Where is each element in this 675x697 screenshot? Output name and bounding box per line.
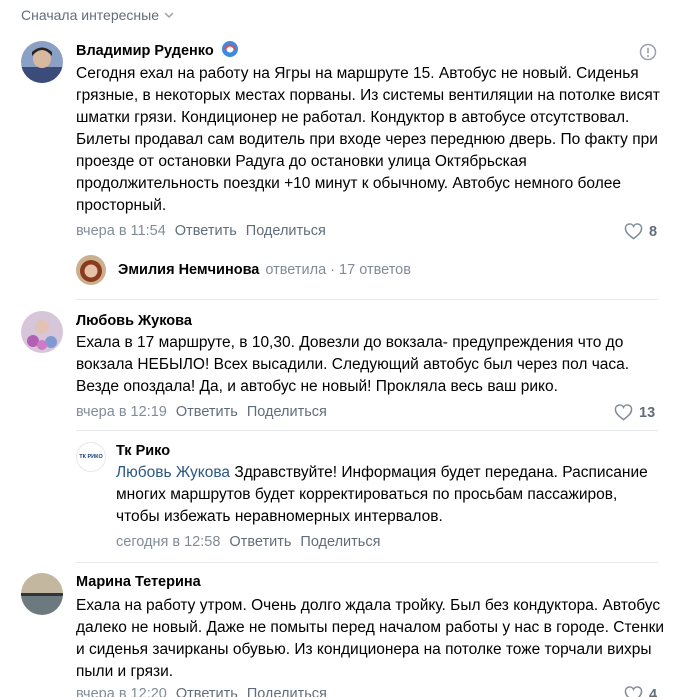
reply-text: Любовь Жукова Здравствуйте! Информация б… <box>116 462 661 528</box>
comment-text: Ехала в 17 маршруте, в 10,30. Довезли до… <box>76 334 630 395</box>
share-button[interactable]: Поделиться <box>300 534 380 550</box>
like-count: 8 <box>649 223 658 240</box>
share-button[interactable]: Поделиться <box>246 223 326 239</box>
sort-dropdown[interactable]: Сначала интересные <box>21 7 175 23</box>
comment-author[interactable]: Марина Тетерина <box>76 574 201 590</box>
report-icon[interactable] <box>639 43 657 61</box>
share-button[interactable]: Поделиться <box>247 404 327 420</box>
like-count: 4 <box>649 686 658 697</box>
share-button[interactable]: Поделиться <box>247 686 327 697</box>
heart-icon <box>624 223 643 240</box>
reply-author[interactable]: Тк Рико <box>116 443 170 459</box>
company-logo-text: ТК РИКО <box>79 454 103 460</box>
divider <box>76 430 658 431</box>
comment-author[interactable]: Любовь Жукова <box>76 313 192 329</box>
chevron-down-icon <box>164 12 174 19</box>
mention-link[interactable]: Любовь Жукова <box>116 464 230 481</box>
comment-text: Ехала на работу утром. Очень долго ждала… <box>76 597 665 680</box>
reply-button[interactable]: Ответить <box>229 534 291 550</box>
reply-button[interactable]: Ответить <box>176 404 238 420</box>
reply-meta: сегодня в 12:58 Ответить Поделиться <box>116 534 380 550</box>
comment-author[interactable]: Владимир Руденко <box>76 43 214 59</box>
heart-icon <box>624 686 643 697</box>
comment-meta: вчера в 12:20 Ответить Поделиться <box>76 686 327 697</box>
thread-author: Эмилия Немчинова <box>118 262 260 278</box>
reply-button[interactable]: Ответить <box>175 223 237 239</box>
replies-thread[interactable]: Эмилия Немчинова ответила · 17 ответов <box>118 262 411 278</box>
like-count: 13 <box>639 404 656 421</box>
like-button[interactable]: 4 <box>624 686 657 697</box>
reply-time[interactable]: сегодня в 12:58 <box>116 534 220 550</box>
avatar[interactable] <box>21 573 63 615</box>
company-avatar[interactable]: ТК РИКО <box>76 442 106 472</box>
thread-info: ответила · 17 ответов <box>265 262 411 278</box>
avatar[interactable] <box>21 41 63 83</box>
heart-icon <box>614 404 633 421</box>
avatar[interactable] <box>21 311 63 353</box>
like-button[interactable]: 8 <box>624 223 657 240</box>
reply-button[interactable]: Ответить <box>176 686 238 697</box>
comment-time[interactable]: вчера в 12:20 <box>76 686 167 697</box>
like-button[interactable]: 13 <box>614 404 655 421</box>
reply-avatar[interactable] <box>76 255 106 285</box>
comment-time[interactable]: вчера в 11:54 <box>76 223 166 239</box>
comment-meta: вчера в 11:54 Ответить Поделиться <box>76 223 326 239</box>
donut-badge-icon <box>222 41 238 57</box>
divider <box>76 299 658 300</box>
divider <box>76 562 658 563</box>
comment-time[interactable]: вчера в 12:19 <box>76 404 167 420</box>
sort-label: Сначала интересные <box>21 7 159 23</box>
comment-meta: вчера в 12:19 Ответить Поделиться <box>76 404 327 420</box>
comment-text: Сегодня ехал на работу на Ягры на маршру… <box>76 65 660 214</box>
